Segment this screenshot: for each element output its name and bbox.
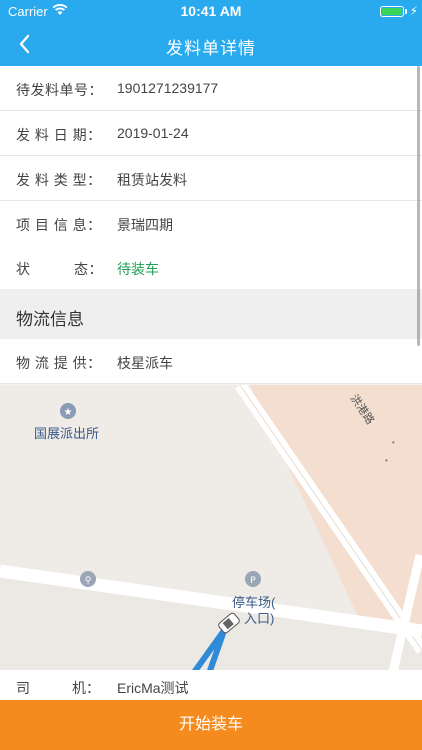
project-info-label: 项 目 信 息： xyxy=(16,217,102,233)
scrollbar[interactable] xyxy=(417,66,420,346)
driver-label: 司 机： xyxy=(16,680,100,696)
top-bar: Carrier 10:41 AM ⚡ 发料单详情 xyxy=(0,0,422,66)
police-station-icon: ★ xyxy=(60,403,76,419)
status-value: 待装车 xyxy=(117,261,159,277)
issue-type-label: 发 料 类 型： xyxy=(16,172,102,188)
parking-label-line2: 入口) xyxy=(244,611,275,626)
logistics-provider-value: 枝星派车 xyxy=(117,355,173,371)
detail-content[interactable]: 待发料单号： 1901271239177 发 料 日 期： 2019-01-24… xyxy=(0,66,422,700)
logistics-section-header: 物流信息 xyxy=(0,289,422,339)
parking-icon: P xyxy=(245,571,261,587)
start-loading-button[interactable]: 开始装车 xyxy=(0,700,422,750)
order-number-value: 1901271239177 xyxy=(117,80,219,96)
status-bar: Carrier 10:41 AM ⚡ xyxy=(0,0,422,22)
police-station-label: 国展派出所 xyxy=(34,426,100,441)
nav-bar: 发料单详情 xyxy=(0,22,422,66)
row-order-number: 待发料单号： 1901271239177 xyxy=(0,66,422,111)
page-title: 发料单详情 xyxy=(166,39,256,58)
issue-date-label: 发 料 日 期： xyxy=(16,127,102,143)
row-issue-date: 发 料 日 期： 2019-01-24 xyxy=(0,111,422,156)
driver-value: EricMa测试 xyxy=(117,680,189,696)
row-project-info: 项 目 信 息： 景瑞四期 xyxy=(0,201,422,246)
issue-type-value: 租赁站发料 xyxy=(117,172,187,188)
svg-text:⚲: ⚲ xyxy=(85,576,92,586)
status-label: 状 态： xyxy=(16,261,103,277)
logistics-map[interactable]: ★ ⚲ P • • 国展派出所 停车场( 入口) 洪港路 xyxy=(0,385,422,685)
battery-tip xyxy=(405,9,407,14)
clock: 10:41 AM xyxy=(180,3,242,19)
project-info-value: 景瑞四期 xyxy=(117,217,173,233)
row-issue-type: 发 料 类 型： 租赁站发料 xyxy=(0,156,422,201)
svg-text:•: • xyxy=(385,456,388,465)
row-driver: 司 机： EricMa测试 xyxy=(0,670,422,700)
issue-date-value: 2019-01-24 xyxy=(117,125,189,141)
logistics-provider-label: 物 流 提 供： xyxy=(16,355,102,371)
row-status: 状 态： 待装车 xyxy=(0,245,422,290)
row-logistics-provider: 物 流 提 供： 枝星派车 xyxy=(0,339,422,384)
svg-text:P: P xyxy=(250,576,256,586)
svg-text:•: • xyxy=(392,438,395,447)
battery-icon xyxy=(380,6,404,17)
svg-text:★: ★ xyxy=(64,407,73,418)
charging-icon: ⚡ xyxy=(409,4,418,18)
logistics-section-title: 物流信息 xyxy=(16,310,84,329)
restroom-icon: ⚲ xyxy=(80,571,96,587)
order-number-label: 待发料单号： xyxy=(16,82,103,98)
